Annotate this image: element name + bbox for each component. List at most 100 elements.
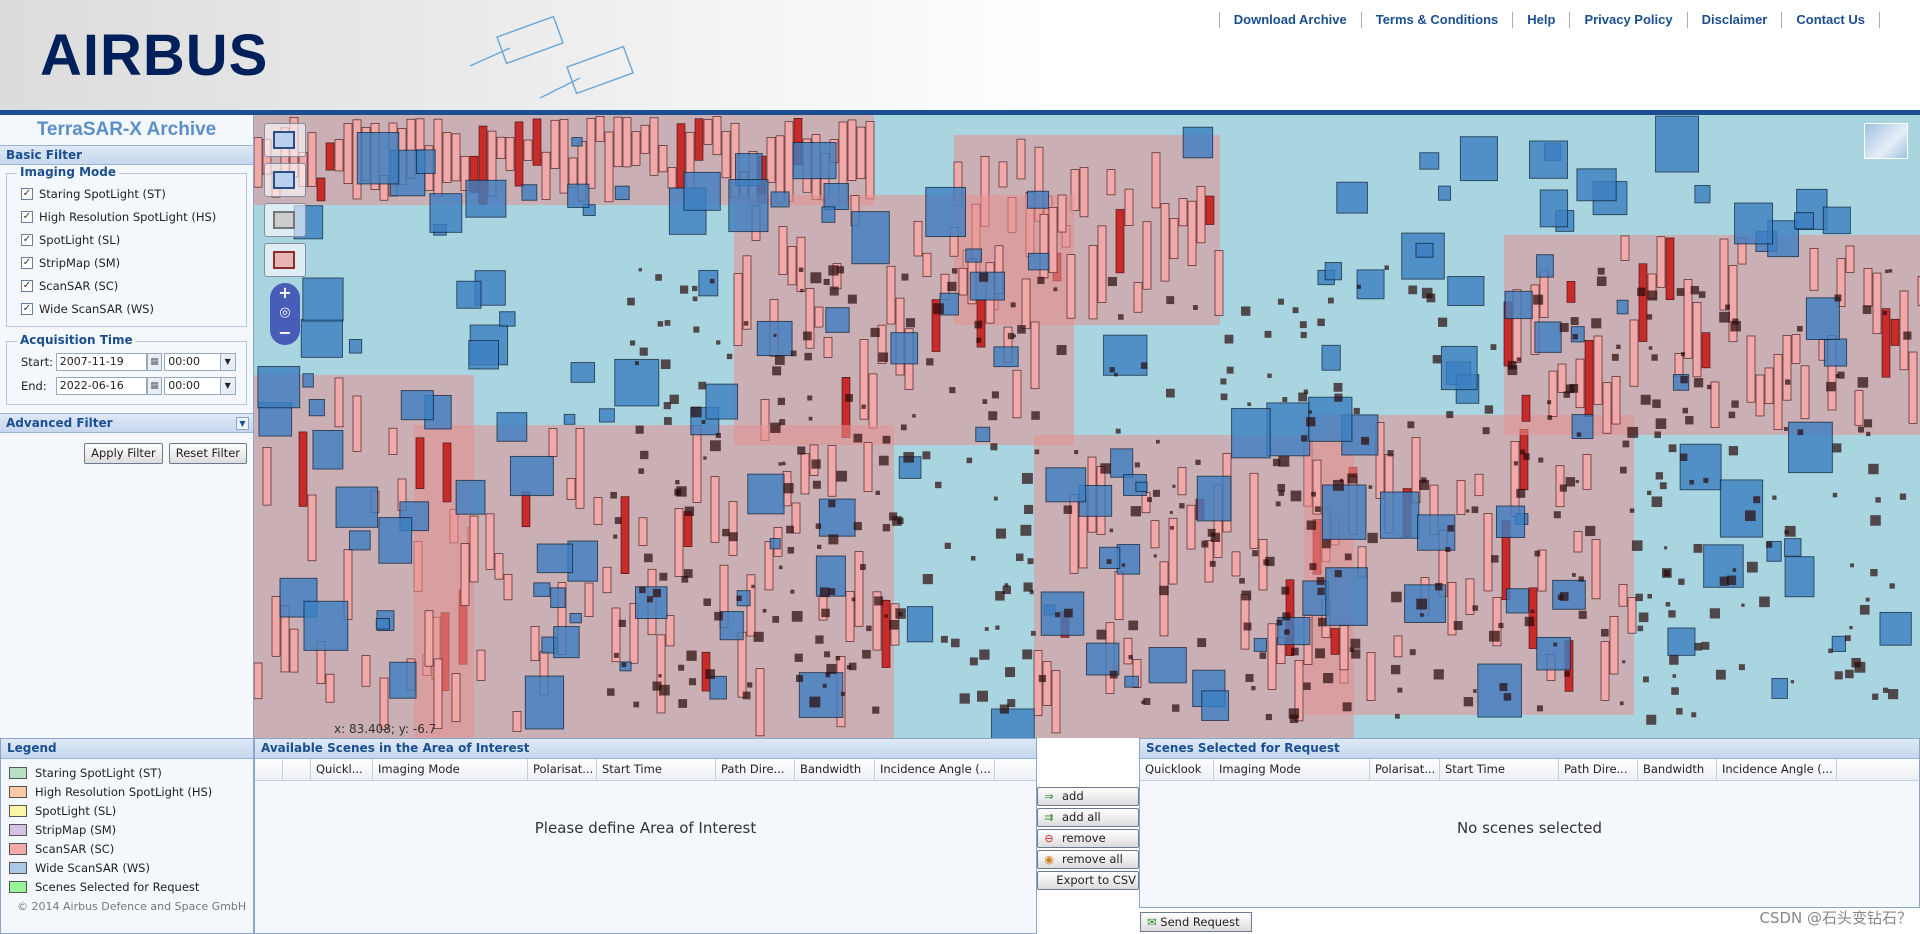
scan-footprint <box>998 161 1008 188</box>
upload-aoi-tool[interactable] <box>264 163 306 197</box>
dense-footprint <box>1865 597 1870 602</box>
terms-link[interactable]: Terms & Conditions <box>1360 12 1513 28</box>
scan-footprint <box>613 116 623 168</box>
column-header[interactable]: Start Time <box>597 759 716 780</box>
dense-footprint <box>982 399 988 404</box>
remove-all-button[interactable]: ◉ remove all <box>1037 850 1139 869</box>
column-header[interactable] <box>255 759 283 780</box>
download-archive-link[interactable]: Download Archive <box>1218 12 1361 28</box>
checkbox-checked[interactable]: ✓ <box>21 233 33 246</box>
scan-footprint <box>1312 459 1322 515</box>
help-link[interactable]: Help <box>1512 12 1569 28</box>
end-time-input[interactable]: 00:00 <box>164 377 221 395</box>
column-header[interactable]: Imaging Mode <box>373 759 528 780</box>
ws-footprint <box>1822 206 1851 235</box>
dense-footprint <box>1128 654 1133 660</box>
end-date-input[interactable]: 2022-06-16 <box>55 377 147 395</box>
ws-footprint <box>1045 467 1087 503</box>
column-header[interactable]: Path Dire... <box>1559 759 1638 780</box>
add-button[interactable]: ⇒ add <box>1037 787 1139 806</box>
footprint-layer-tool[interactable] <box>264 243 306 277</box>
column-header[interactable]: Imaging Mode <box>1214 759 1370 780</box>
checkbox-row[interactable]: ✓ High Resolution SpotLight (HS) <box>21 205 236 228</box>
add-all-button[interactable]: ⇉ add all <box>1037 808 1139 827</box>
draw-rectangle-tool[interactable] <box>264 123 306 157</box>
chevron-down-icon[interactable]: ▼ <box>220 353 236 371</box>
overview-map-icon[interactable] <box>1864 123 1908 159</box>
contact-link[interactable]: Contact Us <box>1781 12 1880 28</box>
dense-footprint <box>613 534 618 539</box>
checkbox-row[interactable]: ✓ StripMap (SM) <box>21 251 236 274</box>
dense-footprint <box>644 553 653 563</box>
checkbox-checked[interactable]: ✓ <box>21 210 33 223</box>
dense-footprint <box>1637 287 1646 297</box>
scan-footprint <box>1483 513 1493 592</box>
scan-footprint <box>1584 340 1594 417</box>
scan-footprint <box>1863 268 1873 307</box>
send-request-button[interactable]: ✉ Send Request <box>1140 912 1252 932</box>
dense-footprint <box>804 352 812 361</box>
column-header[interactable]: Polarisat... <box>1370 759 1440 780</box>
globe-icon[interactable]: ◎ <box>270 303 300 323</box>
scan-footprint <box>343 123 353 184</box>
export-csv-button[interactable]: Export to CSV <box>1037 871 1139 890</box>
disclaimer-link[interactable]: Disclaimer <box>1686 12 1782 28</box>
dense-footprint <box>797 446 806 455</box>
clear-aoi-tool[interactable] <box>264 203 306 237</box>
column-header[interactable]: Path Dire... <box>716 759 795 780</box>
checkbox-row[interactable]: ✓ Wide ScanSAR (WS) <box>21 297 236 320</box>
zoom-out-icon[interactable]: − <box>270 323 300 343</box>
legend-item: SpotLight (SL) <box>1 801 253 820</box>
zoom-in-icon[interactable]: + <box>270 283 300 303</box>
dense-footprint <box>705 669 715 679</box>
checkbox-checked[interactable]: ✓ <box>21 187 33 200</box>
checkbox-row[interactable]: ✓ Staring SpotLight (ST) <box>21 182 236 205</box>
dense-footprint <box>1559 322 1569 332</box>
basic-filter-header[interactable]: Basic Filter <box>0 145 253 165</box>
privacy-link[interactable]: Privacy Policy <box>1569 12 1686 28</box>
checkbox-checked[interactable]: ✓ <box>21 302 33 315</box>
column-header[interactable]: Quickl... <box>311 759 373 780</box>
start-date-input[interactable]: 2007-11-19 <box>55 353 147 371</box>
chevron-down-icon[interactable]: ▼ <box>220 377 236 395</box>
dense-footprint <box>999 704 1009 714</box>
column-header[interactable]: Incidence Angle (... <box>875 759 995 780</box>
column-header[interactable]: Quicklook <box>1140 759 1214 780</box>
scan-footprint <box>958 267 968 296</box>
column-header[interactable]: Bandwidth <box>795 759 875 780</box>
remove-button[interactable]: ⊖ remove <box>1037 829 1139 848</box>
dense-footprint <box>1251 685 1256 691</box>
dense-footprint <box>1472 605 1479 611</box>
scan-footprint <box>541 151 551 200</box>
column-header[interactable]: Incidence Angle (... <box>1717 759 1837 780</box>
ws-footprint <box>348 339 363 354</box>
checkbox-checked[interactable]: ✓ <box>21 279 33 292</box>
dense-footprint <box>1197 638 1207 648</box>
calendar-icon[interactable]: ▦ <box>146 353 163 371</box>
zoom-control[interactable]: + ◎ − <box>270 283 300 345</box>
ws-footprint <box>798 672 844 718</box>
column-header[interactable]: Bandwidth <box>1638 759 1717 780</box>
apply-filter-button[interactable]: Apply Filter <box>84 443 163 464</box>
imaging-mode-title: Imaging Mode <box>17 165 119 179</box>
dense-footprint <box>1038 674 1046 683</box>
advanced-filter-header[interactable]: Advanced Filter ▼ <box>0 413 253 433</box>
start-time-input[interactable]: 00:00 <box>164 353 221 371</box>
checkbox-row[interactable]: ✓ SpotLight (SL) <box>21 228 236 251</box>
reset-filter-button[interactable]: Reset Filter <box>168 443 247 464</box>
column-header[interactable]: Polarisat... <box>528 759 597 780</box>
checkbox-row[interactable]: ✓ ScanSAR (SC) <box>21 274 236 297</box>
column-header[interactable] <box>283 759 311 780</box>
column-header[interactable]: Start Time <box>1440 759 1559 780</box>
expand-icon[interactable]: ▼ <box>236 417 249 430</box>
checkbox-checked[interactable]: ✓ <box>21 256 33 269</box>
airbus-logo[interactable]: AIRBUS <box>40 22 268 89</box>
dense-footprint <box>1882 687 1889 693</box>
ws-footprint <box>1201 690 1230 721</box>
map-view[interactable]: + ◎ − x: 83.408; y: -6.7 <box>254 115 1920 738</box>
scan-footprint <box>1231 551 1241 577</box>
ws-footprint <box>570 362 596 383</box>
dense-footprint <box>1488 630 1500 642</box>
dense-footprint <box>660 359 671 370</box>
calendar-icon[interactable]: ▦ <box>146 377 163 395</box>
